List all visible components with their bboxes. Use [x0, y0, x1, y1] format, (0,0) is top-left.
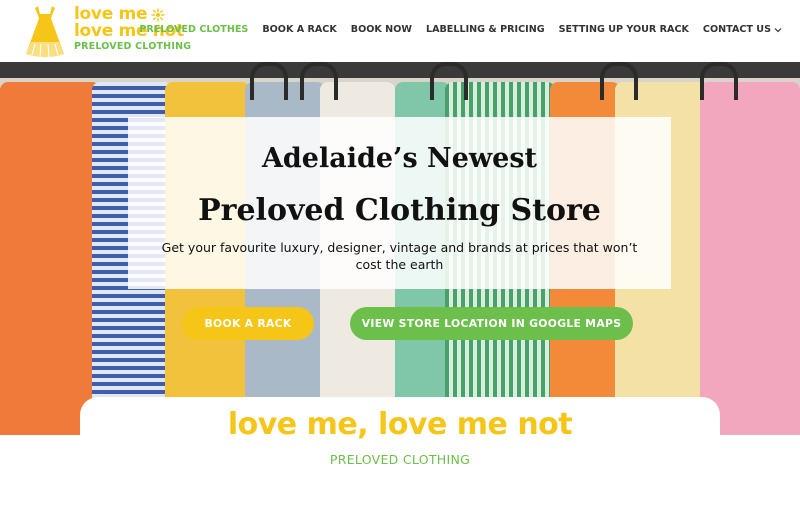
nav-item-labelling-pricing[interactable]: LABELLING & PRICING: [426, 24, 545, 35]
hanger: [430, 62, 468, 100]
brand-title: love me, love me not: [227, 407, 573, 442]
nav-item-book-a-rack[interactable]: BOOK A RACK: [262, 24, 336, 35]
hero-title-line2: Preloved Clothing Store: [198, 193, 601, 228]
hero-title-line1: Adelaide’s Newest: [261, 143, 538, 174]
site-header: love me love me not PRELOVED CLOTHING PR…: [0, 0, 800, 62]
garment-pink: [700, 82, 800, 435]
main-nav: PRELOVED CLOTHES BOOK A RACK BOOK NOW LA…: [125, 24, 782, 35]
hanger: [250, 62, 288, 100]
logo-subtitle: PRELOVED CLOTHING: [74, 41, 192, 52]
hero-subtitle: Get your favourite luxury, designer, vin…: [161, 240, 638, 272]
view-store-location-button[interactable]: VIEW STORE LOCATION IN GOOGLE MAPS: [350, 307, 633, 340]
chevron-down-icon: [774, 27, 782, 32]
flower-icon: [151, 8, 165, 21]
hanger: [700, 62, 738, 100]
dress-icon: [26, 6, 64, 58]
brand-subtitle: PRELOVED CLOTHING: [329, 452, 471, 467]
nav-item-contact-us[interactable]: CONTACT US: [703, 24, 782, 35]
book-a-rack-button[interactable]: BOOK A RACK: [182, 307, 314, 340]
hanger: [300, 62, 338, 100]
hero-text-panel: Adelaide’s Newest Preloved Clothing Stor…: [128, 117, 671, 289]
hero-section: Adelaide’s Newest Preloved Clothing Stor…: [0, 62, 800, 435]
nav-item-book-now[interactable]: BOOK NOW: [351, 24, 412, 35]
hanger: [600, 62, 638, 100]
nav-item-preloved-clothes[interactable]: PRELOVED CLOTHES: [139, 24, 248, 35]
garment-orange: [0, 82, 100, 435]
clothes-rail: [0, 62, 800, 78]
brand-card: love me, love me not PRELOVED CLOTHING: [80, 397, 720, 507]
nav-item-contact-us-label: CONTACT US: [702, 24, 771, 35]
nav-item-setting-up-rack[interactable]: SETTING UP YOUR RACK: [559, 24, 689, 35]
